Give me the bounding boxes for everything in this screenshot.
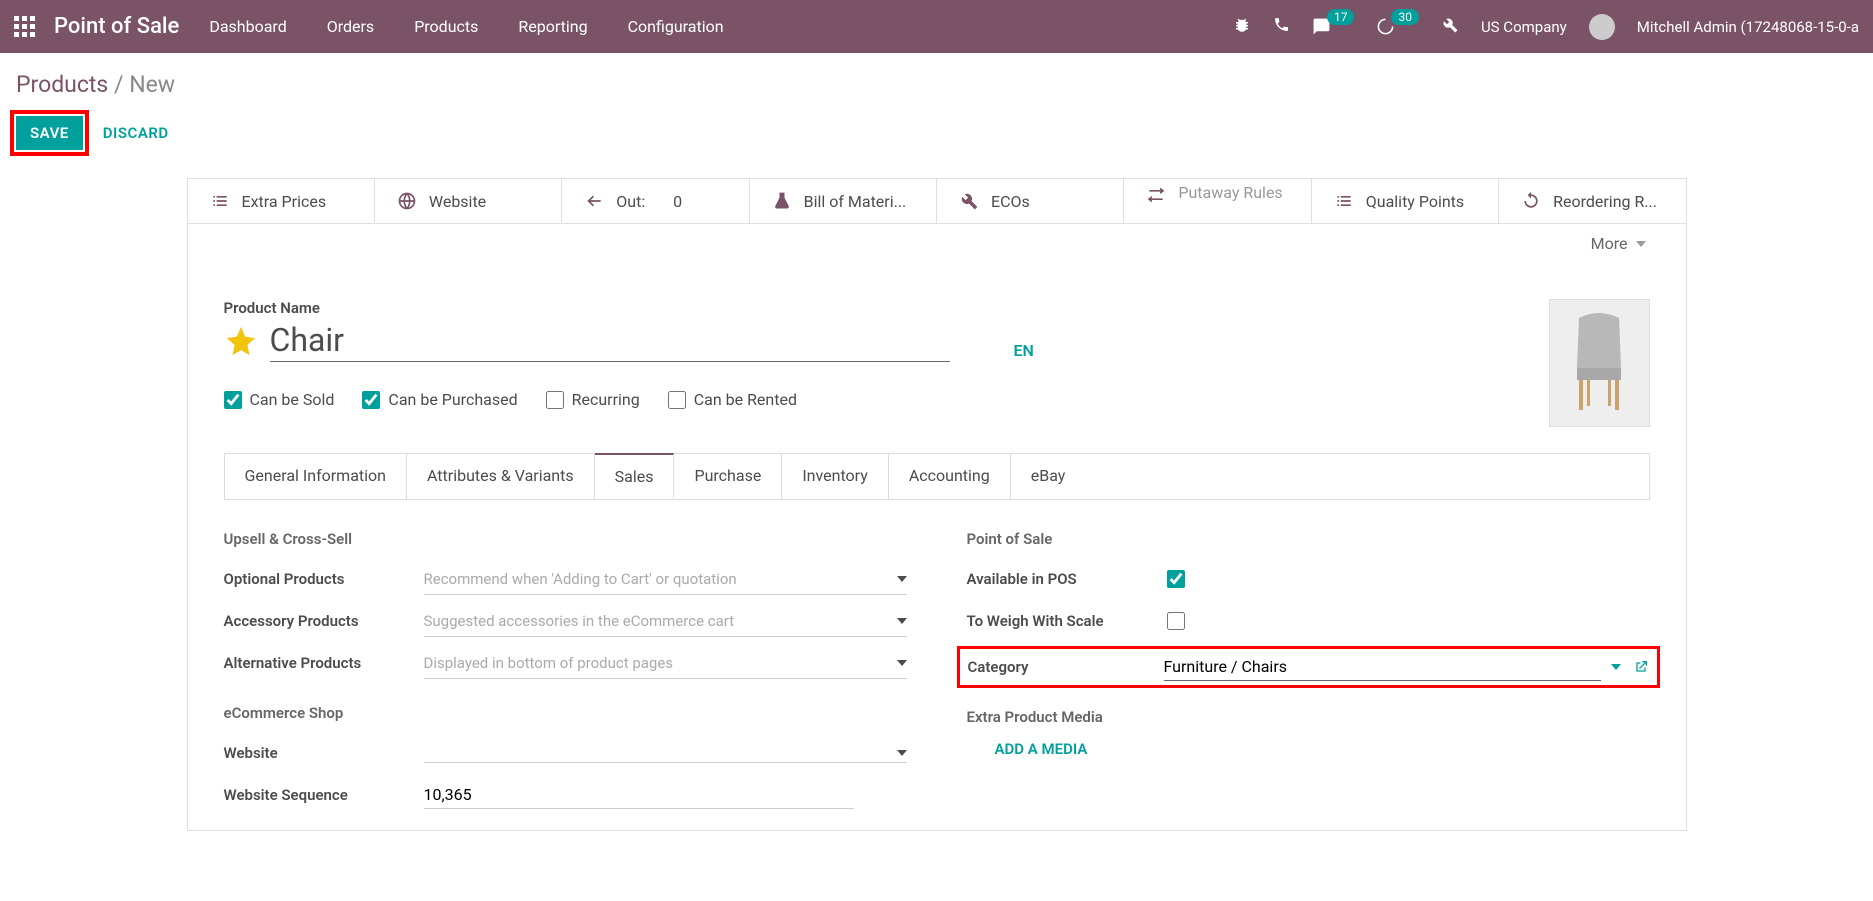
company-name[interactable]: US Company	[1481, 18, 1567, 36]
breadcrumb: Products / New	[16, 71, 175, 98]
to-weigh-checkbox[interactable]	[1167, 612, 1185, 630]
sales-right-col: Point of Sale Available in POS To Weigh …	[967, 530, 1650, 820]
field-to-weigh: To Weigh With Scale	[967, 604, 1650, 638]
form-sheet: Extra Prices Website Out: 0 Bill of Mate…	[187, 178, 1687, 831]
activities-badge: 30	[1391, 9, 1419, 25]
caret-down-icon[interactable]	[1611, 664, 1621, 670]
globe-icon	[395, 189, 419, 213]
menu-products[interactable]: Products	[414, 17, 478, 36]
menu-orders[interactable]: Orders	[327, 17, 374, 36]
menu-configuration[interactable]: Configuration	[628, 17, 724, 36]
stat-bom[interactable]: Bill of Materi...	[750, 179, 937, 223]
apps-icon[interactable]	[14, 16, 36, 38]
breadcrumb-current: New	[129, 71, 175, 98]
breadcrumb-row: Products / New	[0, 53, 1873, 104]
more-toggle[interactable]: More	[188, 224, 1686, 263]
add-media-button[interactable]: ADD A MEDIA	[995, 740, 1650, 758]
flask-icon	[770, 189, 794, 213]
stat-buttons-row: Extra Prices Website Out: 0 Bill of Mate…	[188, 179, 1686, 224]
sales-left-col: Upsell & Cross-Sell Optional Products Re…	[224, 530, 907, 820]
accessory-products-input[interactable]: Suggested accessories in the eCommerce c…	[424, 606, 907, 637]
field-website-sequence: Website Sequence	[224, 778, 907, 812]
product-image[interactable]	[1549, 299, 1650, 427]
field-website: Website	[224, 736, 907, 770]
external-link-icon[interactable]	[1633, 659, 1649, 675]
lang-button[interactable]: EN	[1014, 341, 1034, 360]
refresh-icon	[1519, 189, 1543, 213]
bug-icon[interactable]	[1233, 16, 1251, 38]
menu-dashboard[interactable]: Dashboard	[209, 17, 286, 36]
avatar[interactable]	[1589, 14, 1615, 40]
stat-reordering[interactable]: Reordering R...	[1499, 179, 1685, 223]
caret-down-icon	[897, 750, 907, 756]
messages-badge: 17	[1327, 9, 1355, 25]
field-available-in-pos: Available in POS	[967, 562, 1650, 596]
chk-recurring[interactable]: Recurring	[546, 390, 640, 409]
tab-content-sales: Upsell & Cross-Sell Optional Products Re…	[224, 499, 1650, 820]
caret-down-icon	[1636, 241, 1646, 247]
menu-reporting[interactable]: Reporting	[518, 17, 587, 36]
activities-icon[interactable]: 30	[1376, 17, 1419, 36]
caret-down-icon	[897, 618, 907, 624]
product-checkboxes: Can be Sold Can be Purchased Recurring C…	[224, 390, 1509, 409]
section-extra-media: Extra Product Media	[967, 708, 1650, 726]
field-category-highlight: Category	[957, 646, 1660, 688]
wrench-icon	[957, 189, 981, 213]
form-body: Product Name EN Can be Sold Can be Purch…	[188, 263, 1686, 830]
save-highlight: SAVE	[10, 110, 89, 156]
section-upsell: Upsell & Cross-Sell	[224, 530, 907, 548]
arrow-left-icon	[582, 189, 606, 213]
action-buttons: SAVE DISCARD	[0, 104, 1873, 178]
favorite-star-icon[interactable]	[224, 324, 258, 358]
save-button[interactable]: SAVE	[16, 116, 83, 150]
stat-website[interactable]: Website	[375, 179, 562, 223]
breadcrumb-root[interactable]: Products	[16, 71, 108, 98]
chair-icon	[1559, 308, 1639, 418]
category-input[interactable]	[1164, 653, 1601, 681]
topbar-right: 17 30 US Company Mitchell Admin (1724806…	[1233, 14, 1859, 40]
optional-products-input[interactable]: Recommend when 'Adding to Cart' or quota…	[424, 564, 907, 595]
tab-general-info[interactable]: General Information	[225, 454, 408, 499]
field-optional-products: Optional Products Recommend when 'Adding…	[224, 562, 907, 596]
random-icon	[1144, 183, 1168, 207]
list-icon	[1332, 189, 1356, 213]
stat-out[interactable]: Out: 0	[562, 179, 749, 223]
app-title[interactable]: Point of Sale	[54, 14, 179, 39]
top-navbar: Point of Sale Dashboard Orders Products …	[0, 0, 1873, 53]
user-name[interactable]: Mitchell Admin (17248068-15-0-a	[1637, 18, 1859, 36]
alternative-products-input[interactable]: Displayed in bottom of product pages	[424, 648, 907, 679]
caret-down-icon	[897, 660, 907, 666]
tools-icon[interactable]	[1441, 16, 1459, 38]
list-icon	[208, 189, 232, 213]
field-accessory-products: Accessory Products Suggested accessories…	[224, 604, 907, 638]
stat-quality[interactable]: Quality Points	[1312, 179, 1499, 223]
breadcrumb-sep: /	[114, 71, 129, 98]
discard-button[interactable]: DISCARD	[103, 124, 169, 142]
product-name-input[interactable]	[270, 319, 950, 362]
main-menu: Dashboard Orders Products Reporting Conf…	[209, 17, 723, 36]
field-alternative-products: Alternative Products Displayed in bottom…	[224, 646, 907, 680]
website-input[interactable]	[424, 744, 907, 763]
section-pos: Point of Sale	[967, 530, 1650, 548]
tab-inventory[interactable]: Inventory	[782, 454, 889, 499]
chk-can-be-rented[interactable]: Can be Rented	[668, 390, 797, 409]
tab-sales[interactable]: Sales	[595, 453, 675, 498]
section-ecommerce: eCommerce Shop	[224, 704, 907, 722]
tab-purchase[interactable]: Purchase	[674, 454, 782, 499]
phone-icon[interactable]	[1273, 16, 1290, 37]
chk-can-be-purchased[interactable]: Can be Purchased	[362, 390, 517, 409]
chk-can-be-sold[interactable]: Can be Sold	[224, 390, 335, 409]
website-sequence-input[interactable]	[424, 781, 854, 809]
stat-putaway[interactable]: Putaway Rules	[1124, 179, 1311, 223]
product-name-label: Product Name	[224, 299, 1509, 317]
tab-ebay[interactable]: eBay	[1011, 454, 1086, 499]
stat-extra-prices[interactable]: Extra Prices	[188, 179, 375, 223]
messages-icon[interactable]: 17	[1312, 17, 1355, 36]
tab-accounting[interactable]: Accounting	[889, 454, 1011, 499]
tabs: General Information Attributes & Variant…	[224, 453, 1650, 499]
available-in-pos-checkbox[interactable]	[1167, 570, 1185, 588]
tab-attributes[interactable]: Attributes & Variants	[407, 454, 595, 499]
caret-down-icon	[897, 576, 907, 582]
stat-ecos[interactable]: ECOs	[937, 179, 1124, 223]
